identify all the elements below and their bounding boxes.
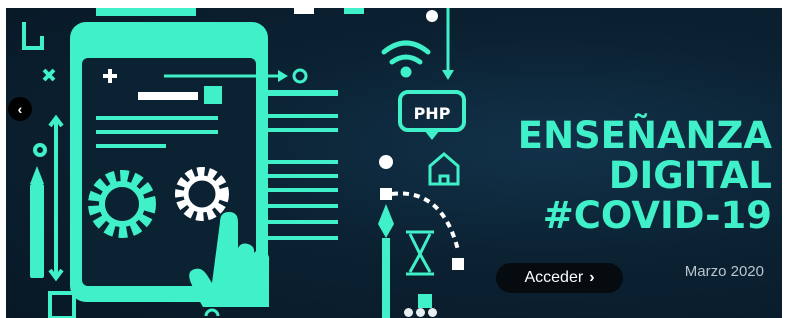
date-label: Marzo 2020 [684, 263, 764, 280]
home-icon [428, 152, 460, 186]
acceder-label: Acceder [524, 269, 584, 286]
slide-dot-3[interactable] [428, 308, 437, 317]
headline-line-3: #COVID-19 [542, 194, 772, 237]
headline-line-1: ENSEÑANZA [517, 114, 772, 157]
php-badge: PHP [398, 90, 466, 140]
slide-dot-1[interactable] [404, 308, 413, 317]
slide-indicators [404, 308, 437, 317]
slide-dot-2[interactable] [416, 308, 425, 317]
carousel: PHP ENSEÑANZA DIGITAL #COVID-19 Marzo 20… [0, 0, 788, 318]
acceder-button[interactable]: Acceder › [496, 263, 623, 293]
hero-banner: PHP ENSEÑANZA DIGITAL #COVID-19 Marzo 20… [6, 8, 782, 318]
hourglass-icon [406, 230, 434, 276]
chevron-right-icon: › [589, 269, 595, 286]
chevron-left-icon: ‹ [17, 101, 23, 117]
prev-slide-button[interactable]: ‹ [8, 97, 32, 121]
wifi-icon [381, 40, 431, 78]
headline-line-2: DIGITAL [608, 154, 772, 197]
headline: ENSEÑANZA DIGITAL #COVID-19 [518, 116, 772, 236]
browser-window-graphic [70, 22, 338, 302]
pencil-icon [30, 166, 44, 278]
svg-text:PHP: PHP [414, 104, 451, 123]
document-icon [48, 291, 76, 318]
